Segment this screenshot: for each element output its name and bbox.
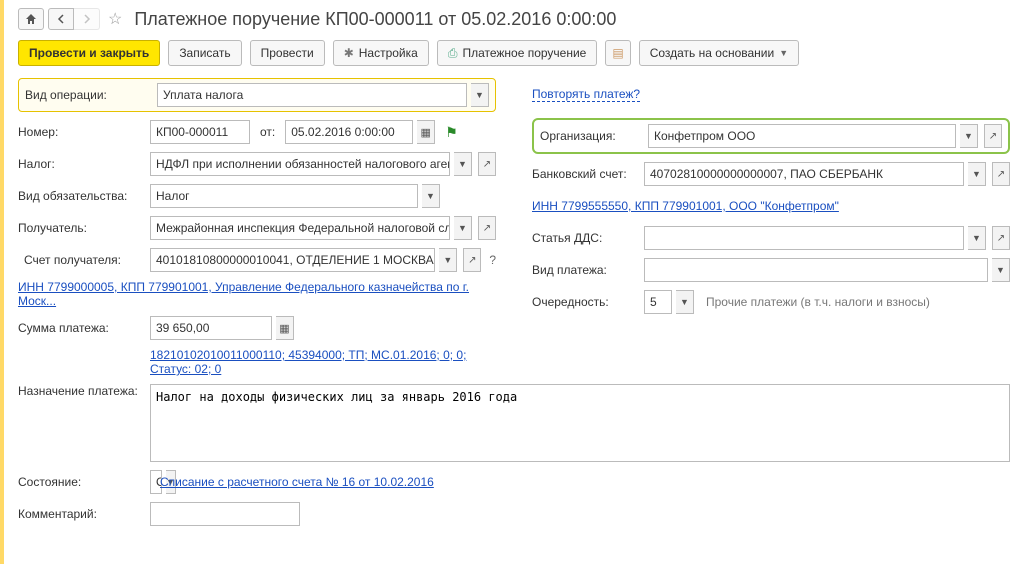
- home-button[interactable]: [18, 8, 44, 30]
- organization-open[interactable]: ↗: [984, 124, 1002, 148]
- back-button[interactable]: [48, 8, 74, 30]
- calendar-button[interactable]: ▦: [417, 120, 435, 144]
- tax-dropdown[interactable]: ▼: [454, 152, 472, 176]
- operation-type-dropdown[interactable]: ▼: [471, 83, 489, 107]
- help-icon[interactable]: ?: [489, 253, 496, 267]
- queue-label: Очередность:: [532, 295, 644, 309]
- purpose-label: Назначение платежа:: [18, 384, 150, 398]
- amount-field[interactable]: 39 650,00: [150, 316, 272, 340]
- organization-dropdown[interactable]: ▼: [960, 124, 978, 148]
- liability-label: Вид обязательства:: [18, 189, 150, 203]
- payment-type-dropdown[interactable]: ▼: [992, 258, 1010, 282]
- bank-account-field[interactable]: 40702810000000000007, ПАО СБЕРБАНК: [644, 162, 964, 186]
- create-based-on-button[interactable]: Создать на основании▼: [639, 40, 799, 66]
- post-and-close-button[interactable]: Провести и закрыть: [18, 40, 160, 66]
- dds-open[interactable]: ↗: [992, 226, 1010, 250]
- operation-type-select[interactable]: Уплата налога: [157, 83, 467, 107]
- payment-type-label: Вид платежа:: [532, 263, 644, 277]
- comment-field[interactable]: [150, 502, 300, 526]
- operation-type-label: Вид операции:: [25, 88, 157, 102]
- date-field[interactable]: 05.02.2016 0:00:00: [285, 120, 413, 144]
- queue-dropdown[interactable]: ▼: [676, 290, 694, 314]
- document-icon: ▤: [612, 46, 623, 60]
- purpose-textarea[interactable]: [150, 384, 1010, 462]
- recipient-open[interactable]: ↗: [478, 216, 496, 240]
- posted-flag-icon: ⚑: [445, 124, 458, 141]
- recipient-label: Получатель:: [18, 221, 150, 235]
- bank-account-dropdown[interactable]: ▼: [968, 162, 986, 186]
- dds-dropdown[interactable]: ▼: [968, 226, 986, 250]
- bank-account-open[interactable]: ↗: [992, 162, 1010, 186]
- favorite-star-icon[interactable]: ☆: [108, 9, 122, 29]
- recipient-field[interactable]: Межрайонная инспекция Федеральной налого…: [150, 216, 450, 240]
- recipient-account-label: Счет получателя:: [18, 253, 150, 267]
- recipient-account-field[interactable]: 40101810800000010041, ОТДЕЛЕНИЕ 1 МОСКВА: [150, 248, 435, 272]
- chevron-down-icon: ▼: [779, 48, 788, 58]
- recipient-account-open[interactable]: ↗: [463, 248, 481, 272]
- number-label: Номер:: [18, 125, 150, 139]
- recipient-details-link[interactable]: ИНН 7799000005, КПП 779901001, Управлени…: [18, 280, 496, 308]
- organization-details-link[interactable]: ИНН 7799555550, КПП 779901001, ООО "Конф…: [532, 199, 839, 213]
- comment-label: Комментарий:: [18, 507, 150, 521]
- tax-field[interactable]: НДФЛ при исполнении обязанностей налогов…: [150, 152, 450, 176]
- queue-field[interactable]: 5: [644, 290, 672, 314]
- amount-label: Сумма платежа:: [18, 321, 150, 335]
- recipient-account-dropdown[interactable]: ▼: [439, 248, 457, 272]
- recipient-dropdown[interactable]: ▼: [454, 216, 472, 240]
- print-button[interactable]: ⎙Платежное поручение: [437, 40, 598, 66]
- liability-field[interactable]: Налог: [150, 184, 418, 208]
- dds-label: Статья ДДС:: [532, 231, 644, 245]
- number-field[interactable]: КП00-000011: [150, 120, 250, 144]
- repeat-payment-link[interactable]: Повторять платеж?: [532, 87, 640, 102]
- status-label: Состояние:: [18, 475, 150, 489]
- bank-document-link[interactable]: Списание с расчетного счета № 16 от 10.0…: [160, 475, 434, 489]
- tax-open[interactable]: ↗: [478, 152, 496, 176]
- printer-icon: ⎙: [448, 46, 458, 61]
- page-title: Платежное поручение КП00-000011 от 05.02…: [134, 9, 616, 30]
- tax-label: Налог:: [18, 157, 150, 171]
- dds-field[interactable]: [644, 226, 964, 250]
- attach-button[interactable]: ▤: [605, 40, 630, 66]
- settings-button[interactable]: ✱Настройка: [333, 40, 429, 66]
- organization-field[interactable]: Конфетпром ООО: [648, 124, 956, 148]
- bank-account-label: Банковский счет:: [532, 167, 644, 181]
- save-button[interactable]: Записать: [168, 40, 241, 66]
- kbk-details-link[interactable]: 18210102010011000110; 45394000; ТП; МС.0…: [150, 348, 496, 376]
- post-button[interactable]: Провести: [250, 40, 325, 66]
- gear-icon: ✱: [344, 46, 354, 60]
- forward-button: [74, 8, 100, 30]
- queue-hint: Прочие платежи (в т.ч. налоги и взносы): [706, 295, 930, 309]
- from-label: от:: [260, 125, 275, 139]
- payment-type-field[interactable]: [644, 258, 988, 282]
- organization-label: Организация:: [540, 129, 648, 143]
- amount-calc-button[interactable]: ▦: [276, 316, 294, 340]
- liability-dropdown[interactable]: ▼: [422, 184, 440, 208]
